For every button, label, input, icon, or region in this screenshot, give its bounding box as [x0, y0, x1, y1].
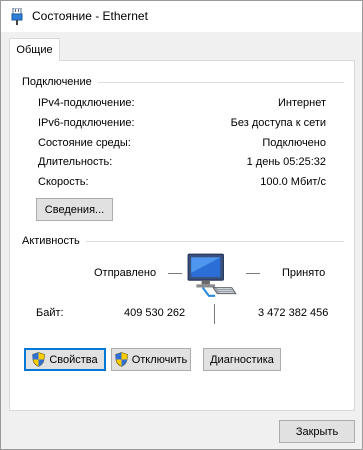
uac-shield-icon: [114, 352, 128, 367]
bytes-received-value: 3 472 382 456: [258, 307, 329, 319]
network-computer-icon: [187, 253, 237, 297]
received-label: Принято: [282, 267, 326, 279]
activity-group-title: Активность: [22, 235, 86, 247]
duration-label: Длительность:: [38, 156, 113, 168]
details-button[interactable]: Сведения...: [36, 198, 113, 221]
speed-value: 100.0 Мбит/с: [260, 176, 326, 188]
bytes-sent-value: 409 530 262: [124, 307, 186, 319]
diagnose-button[interactable]: Диагностика: [203, 348, 281, 371]
received-dash: [246, 273, 260, 274]
ipv6-value: Без доступа к сети: [230, 117, 326, 129]
diagnose-button-label: Диагностика: [210, 353, 274, 366]
ipv6-label: IPv6-подключение:: [38, 117, 135, 129]
bytes-label: Байт:: [36, 307, 64, 319]
duration-value: 1 день 05:25:32: [246, 156, 326, 168]
tab-panel-general: Подключение IPv4-подключение: Интернет I…: [9, 60, 355, 411]
disable-button[interactable]: Отключить: [111, 348, 191, 371]
media-state-label: Состояние среды:: [38, 137, 131, 149]
status-window: Состояние - Ethernet Общие Подключение I…: [0, 0, 363, 450]
close-button-label: Закрыть: [295, 425, 339, 438]
details-button-label: Сведения...: [44, 203, 105, 216]
ipv4-value: Интернет: [278, 97, 326, 109]
sent-label: Отправлено: [94, 267, 157, 279]
sent-dash: [168, 273, 182, 274]
speed-label: Скорость:: [38, 176, 89, 188]
window-title: Состояние - Ethernet: [32, 9, 148, 23]
disable-button-label: Отключить: [131, 353, 188, 366]
properties-button[interactable]: Свойства: [24, 348, 106, 371]
close-button[interactable]: Закрыть: [279, 420, 355, 443]
connection-group-title: Подключение: [22, 76, 98, 88]
ethernet-plug-icon: [11, 8, 23, 25]
media-state-value: Подключено: [262, 137, 326, 149]
ipv4-label: IPv4-подключение:: [38, 97, 135, 109]
title-bar[interactable]: Состояние - Ethernet: [1, 1, 362, 32]
tab-general[interactable]: Общие: [9, 38, 60, 61]
uac-shield-icon: [32, 352, 46, 367]
properties-button-label: Свойства: [49, 353, 98, 366]
bytes-separator: [214, 304, 215, 324]
